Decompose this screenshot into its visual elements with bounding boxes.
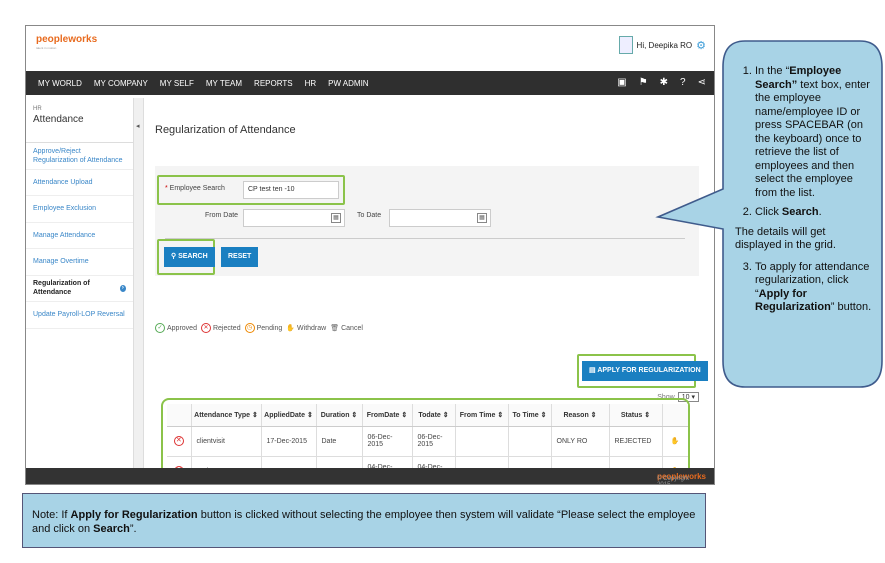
cell-duration: Date	[316, 426, 363, 457]
cell-applied-date: 17-Dec-2015	[261, 426, 317, 457]
cell-to-date: 06-Dec-2015	[412, 426, 456, 457]
step-3: To apply for attendance regularization, …	[755, 261, 875, 315]
divider	[165, 238, 685, 239]
table-row: ✕ clientvisit 17-Dec-2015 Date 06-Dec-20…	[167, 426, 689, 457]
status-legend: ✓ Approved ✕ Rejected ◷ Pending ✋ Withdraw 🗑…	[155, 323, 363, 333]
employee-search-label: * Employee Search	[165, 185, 225, 192]
check-icon: ✓	[155, 323, 165, 333]
top-header: peopleworks talent in motion Hi, Deepika …	[26, 26, 714, 71]
sidebar-title: Attendance	[33, 114, 84, 125]
col-to-date[interactable]: Todate ⇕	[412, 404, 456, 427]
app-logo[interactable]: peopleworks talent in motion	[36, 34, 97, 50]
filter-panel: * Employee Search CP test ten -10 From D…	[155, 166, 699, 276]
cell-to-time	[508, 426, 552, 457]
thumb-down-icon: ✋	[286, 325, 296, 332]
nav-my-self[interactable]: MY SELF	[154, 79, 200, 88]
employee-search-input[interactable]: CP test ten -10	[243, 181, 339, 199]
col-from-date[interactable]: FromDate ⇕	[362, 404, 413, 427]
search-button[interactable]: ⚲ SEARCH	[164, 247, 215, 267]
clock-icon: ◷	[244, 323, 255, 333]
sidebar-item-label: Regularization of Attendance	[33, 280, 90, 297]
page-title: Regularization of Attendance	[155, 124, 296, 136]
legend-rejected: ✕ Rejected	[200, 323, 241, 333]
col-reason[interactable]: Reason ⇕	[551, 404, 610, 427]
table-header-row: Attendance Type ⇕ AppliedDate ⇕ Duration…	[167, 404, 689, 427]
col-withdraw	[662, 404, 689, 427]
nav-pw-admin[interactable]: PW ADMIN	[322, 79, 374, 88]
cell-reason: ONLY RO	[551, 426, 610, 457]
cell-from-date: 06-Dec-2015	[362, 426, 413, 457]
col-duration[interactable]: Duration ⇕	[316, 404, 363, 427]
trash-icon: 🗑	[330, 325, 340, 332]
nav-hr[interactable]: HR	[299, 79, 323, 88]
sidebar-section: HR	[33, 106, 42, 112]
chevron-right-icon: ›	[119, 284, 126, 292]
reset-button[interactable]: RESET	[221, 247, 259, 267]
col-attendance-type[interactable]: Attendance Type ⇕	[191, 404, 262, 427]
col-action	[167, 404, 192, 427]
main-content: Regularization of Attendance * Employee …	[145, 98, 713, 484]
withdraw-icon[interactable]: ✋	[662, 426, 689, 457]
legend-pending: ◷ Pending	[244, 323, 282, 333]
main-nav: MY WORLD MY COMPANY MY SELF MY TEAM REPO…	[26, 71, 714, 95]
from-date-label: From Date	[205, 212, 239, 219]
sidebar-item-manage-attendance[interactable]: Manage Attendance	[26, 223, 133, 249]
nav-my-team[interactable]: MY TEAM	[200, 79, 248, 88]
to-date-label: To Date	[357, 212, 382, 219]
nav-reports[interactable]: REPORTS	[248, 79, 299, 88]
sidebar-header: HR Attendance	[26, 98, 133, 143]
from-date-input[interactable]: ▦	[243, 209, 345, 227]
cross-icon: ✕	[200, 323, 211, 333]
callout-paragraph: The details will get displayed in the gr…	[735, 225, 836, 252]
nav-my-company[interactable]: MY COMPANY	[88, 79, 154, 88]
col-to-time[interactable]: To Time ⇕	[508, 404, 552, 427]
calendar-icon[interactable]: ▦	[477, 213, 487, 223]
step-2: Click Search.	[755, 206, 875, 220]
chevron-left-icon: ◂	[136, 123, 140, 130]
book-icon[interactable]: ▣	[617, 77, 626, 88]
sidebar-item-employee-exclusion[interactable]: Employee Exclusion	[26, 196, 133, 223]
sidebar-item-attendance-upload[interactable]: Attendance Upload	[26, 170, 133, 196]
flag-icon[interactable]: ⚑	[639, 77, 648, 88]
col-applied-date[interactable]: AppliedDate ⇕	[261, 404, 317, 427]
col-from-time[interactable]: From Time ⇕	[455, 404, 509, 427]
step-1: In the “Employee Search” text box, enter…	[755, 65, 875, 200]
to-date-input[interactable]: ▦	[389, 209, 491, 227]
sidebar: HR Attendance Approve/Reject Regularizat…	[26, 98, 134, 468]
sidebar-item-regularization[interactable]: Regularization of Attendance ›	[26, 276, 133, 302]
calendar-icon[interactable]: ▦	[331, 213, 341, 223]
avatar	[618, 36, 633, 54]
footer: © Copyright 2015 peopleworks	[26, 468, 714, 485]
legend-approved: ✓ Approved	[155, 323, 197, 333]
sidebar-item-update-payroll[interactable]: Update Payroll-LOP Reversal	[26, 302, 133, 329]
copyright-text: © Copyright 2015	[657, 476, 689, 485]
cell-from-time	[455, 426, 509, 457]
rejected-status-icon: ✕	[173, 436, 184, 446]
app-window: peopleworks talent in motion Hi, Deepika …	[25, 25, 715, 485]
sidebar-item-approve-reject[interactable]: Approve/Reject Regularization of Attenda…	[26, 143, 133, 170]
col-status[interactable]: Status ⇕	[609, 404, 663, 427]
callout-text: In the “Employee Search” text box, enter…	[735, 65, 875, 321]
sidebar-collapse-handle[interactable]: ◂	[134, 98, 144, 468]
note-box: Note: If Apply for Regularization button…	[22, 493, 706, 548]
legend-withdraw: ✋ Withdraw	[286, 324, 327, 333]
cell-attendance-type: clientvisit	[191, 426, 262, 457]
cell-status: REJECTED	[609, 426, 663, 457]
sidebar-item-manage-overtime[interactable]: Manage Overtime	[26, 249, 133, 276]
legend-cancel: 🗑 Cancel	[330, 324, 363, 333]
nav-my-world[interactable]: MY WORLD	[32, 79, 88, 88]
